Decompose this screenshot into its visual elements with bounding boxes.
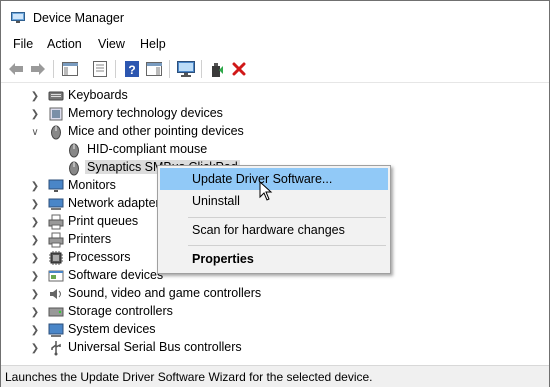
back-icon[interactable]: [7, 60, 25, 78]
status-text: Launches the Update Driver Software Wiza…: [5, 370, 373, 384]
chevron-right-icon[interactable]: ❯: [29, 195, 41, 213]
update-driver-icon[interactable]: [208, 60, 226, 78]
uninstall-icon[interactable]: [230, 60, 248, 78]
help-icon[interactable]: ?: [123, 60, 141, 78]
printer-icon: [48, 214, 64, 230]
properties-icon[interactable]: [91, 60, 109, 78]
menu-help[interactable]: Help: [140, 37, 166, 51]
tree-item-label: Mice and other pointing devices: [68, 124, 244, 138]
chevron-right-icon[interactable]: ❯: [29, 321, 41, 339]
chevron-right-icon[interactable]: ❯: [29, 267, 41, 285]
svg-text:?: ?: [128, 63, 135, 77]
status-bar: Launches the Update Driver Software Wiza…: [1, 365, 549, 387]
chevron-right-icon[interactable]: ❯: [29, 105, 41, 123]
tree-item-storage-controllers[interactable]: ❯ Storage controllers: [1, 303, 549, 321]
menu-item-uninstall[interactable]: Uninstall: [160, 190, 388, 212]
chevron-right-icon[interactable]: ❯: [29, 285, 41, 303]
menu-item-label: Properties: [192, 252, 254, 266]
tree-item-memory-technology-devices[interactable]: ❯ Memory technology devices: [1, 105, 549, 123]
toolbar-separator: [169, 60, 170, 78]
menu-action[interactable]: Action: [47, 37, 82, 51]
monitor-icon: [48, 179, 64, 192]
menu-item-properties[interactable]: Properties: [160, 248, 388, 270]
tree-item-label: Printers: [68, 232, 112, 246]
chevron-right-icon[interactable]: ❯: [29, 249, 41, 267]
tree-item-mice-and-other-pointing-devices[interactable]: ∨ Mice and other pointing devices: [1, 123, 549, 141]
window-title: Device Manager: [33, 11, 125, 25]
printer-icon: [48, 232, 64, 248]
menu-bar: File Action View Help: [1, 35, 549, 55]
software-device-icon: [48, 270, 64, 282]
toolbar-separator: [53, 60, 54, 78]
tree-item-system-devices[interactable]: ❯ System devices: [1, 321, 549, 339]
tree-item-keyboards[interactable]: ❯ Keyboards: [1, 87, 549, 105]
toolbar-separator: [201, 60, 202, 78]
menu-item-label: Scan for hardware changes: [192, 223, 345, 237]
chevron-right-icon[interactable]: ❯: [29, 87, 41, 105]
chevron-right-icon[interactable]: ❯: [29, 303, 41, 321]
monitor-icon[interactable]: [177, 60, 195, 78]
tree-item-label: System devices: [68, 322, 156, 336]
tree-item-label: Print queues: [68, 214, 139, 228]
toolbar: ?: [1, 56, 549, 83]
tree-item-label: Storage controllers: [68, 304, 173, 318]
chevron-down-icon[interactable]: ∨: [29, 123, 41, 141]
keyboard-icon: [48, 91, 64, 101]
speaker-icon: [50, 289, 61, 299]
system-device-icon: [48, 323, 64, 337]
chevron-right-icon[interactable]: ❯: [29, 177, 41, 195]
tree-item-hid-compliant-mouse[interactable]: HID-compliant mouse: [1, 141, 549, 159]
mouse-icon: [69, 143, 79, 158]
tree-item-label: Network adapters: [68, 196, 166, 210]
toolbar-separator: [115, 60, 116, 78]
menu-file[interactable]: File: [13, 37, 33, 51]
chevron-right-icon[interactable]: ❯: [29, 339, 41, 357]
usb-icon: [51, 341, 61, 356]
mouse-icon: [51, 125, 61, 140]
tree-item-label: Monitors: [68, 178, 116, 192]
tree-item-label: Processors: [68, 250, 131, 264]
tree-item-label: Memory technology devices: [68, 106, 223, 120]
action-pane-icon[interactable]: [145, 60, 163, 78]
menu-item-scan-for-hardware-changes[interactable]: Scan for hardware changes: [160, 219, 388, 241]
menu-item-update-driver-software[interactable]: Update Driver Software...: [160, 168, 388, 190]
network-adapter-icon: [48, 198, 64, 210]
memory-icon: [49, 107, 63, 121]
tree-item-label: Universal Serial Bus controllers: [68, 340, 242, 354]
chevron-right-icon[interactable]: ❯: [29, 213, 41, 231]
storage-icon: [48, 307, 64, 317]
context-menu: Update Driver Software... Uninstall Scan…: [157, 165, 391, 274]
menu-item-label: Uninstall: [192, 194, 240, 208]
chevron-right-icon[interactable]: ❯: [29, 231, 41, 249]
processor-icon: [49, 251, 63, 265]
show-hide-console-tree-icon[interactable]: [61, 60, 79, 78]
device-manager-icon: [11, 12, 25, 23]
forward-icon[interactable]: [29, 60, 47, 78]
tree-item-sound-video-and-game-controllers[interactable]: ❯ Sound, video and game controllers: [1, 285, 549, 303]
tree-item-label: Sound, video and game controllers: [68, 286, 262, 300]
menu-separator: [188, 217, 386, 218]
menu-view[interactable]: View: [98, 37, 125, 51]
tree-item-label: Software devices: [68, 268, 164, 282]
tree-item-label: Keyboards: [68, 88, 128, 102]
tree-item-universal-serial-bus-controllers[interactable]: ❯ Universal Serial Bus controllers: [1, 339, 549, 357]
mouse-icon: [69, 161, 79, 176]
title-bar: Device Manager: [1, 1, 549, 35]
menu-separator: [188, 245, 386, 246]
mouse-cursor-icon: [259, 181, 273, 201]
tree-item-label: HID-compliant mouse: [87, 142, 208, 156]
